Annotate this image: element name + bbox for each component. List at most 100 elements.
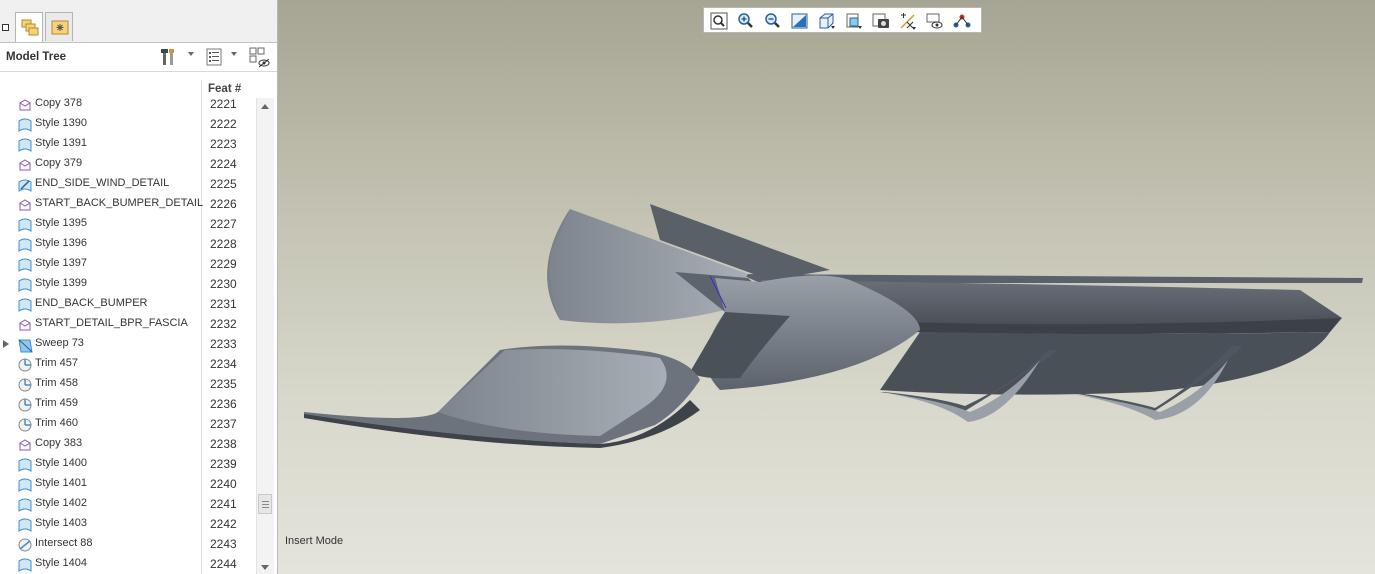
feature-name: END_SIDE_WIND_DETAIL	[35, 177, 170, 189]
display-style-button[interactable]	[816, 11, 838, 31]
feature-name: START_DETAIL_BPR_FASCIA	[35, 317, 188, 329]
spin-center-button[interactable]	[924, 11, 946, 31]
feature-number: 2230	[210, 277, 237, 291]
feature-number: 2237	[210, 417, 237, 431]
copy-icon	[17, 437, 33, 453]
trim-icon	[17, 417, 33, 433]
style-icon	[17, 257, 33, 273]
feature-number: 2224	[210, 157, 237, 171]
tree-row[interactable]: Style 1390 2222	[0, 115, 256, 135]
model-tree-list: Copy 378 2221 Style 1390 2222 Style 1391 2223…	[0, 98, 256, 574]
tree-row[interactable]: Trim 460 2237	[0, 415, 256, 435]
feature-number: 2233	[210, 337, 237, 351]
feature-name: Style 1395	[35, 217, 87, 229]
annotation-display-button[interactable]	[951, 11, 973, 31]
tree-row[interactable]: Style 1401 2240	[0, 475, 256, 495]
feature-number: 2244	[210, 557, 237, 571]
tree-row[interactable]: Style 1396 2228	[0, 235, 256, 255]
feature-number: 2229	[210, 257, 237, 271]
tree-row[interactable]: Style 1402 2241	[0, 495, 256, 515]
repaint-button[interactable]	[789, 11, 811, 31]
trim-icon	[17, 357, 33, 373]
tree-row[interactable]: Style 1395 2227	[0, 215, 256, 235]
datum-display-button[interactable]	[897, 11, 919, 31]
tree-row[interactable]: START_BACK_BUMPER_DETAIL 2226	[0, 195, 256, 215]
chevron-down-icon[interactable]	[188, 52, 194, 56]
feature-name: Trim 460	[35, 417, 78, 429]
scroll-down-arrow-icon[interactable]	[261, 565, 269, 570]
tree-row[interactable]: Style 1403 2242	[0, 515, 256, 535]
feature-number: 2227	[210, 217, 237, 231]
tree-row[interactable]: Style 1391 2223	[0, 135, 256, 155]
model-tree-panel: Model Tree Feat # Copy 378 2221 Style 13…	[0, 0, 278, 574]
tree-row[interactable]: END_BACK_BUMPER 2231	[0, 295, 256, 315]
feature-number: 2240	[210, 477, 237, 491]
tree-settings-button[interactable]	[160, 47, 180, 67]
tree-row[interactable]: Copy 379 2224	[0, 155, 256, 175]
feature-number: 2225	[210, 177, 237, 191]
view-manager-button[interactable]	[870, 11, 892, 31]
tab-model-tree[interactable]	[15, 12, 43, 42]
feature-name: Sweep 73	[35, 337, 84, 349]
navigator-tab-bar	[0, 0, 277, 43]
model-tree-title: Model Tree	[6, 51, 67, 63]
graphics-viewport[interactable]: Insert Mode	[278, 0, 1375, 574]
refit-button[interactable]	[708, 11, 730, 31]
tree-row[interactable]: Trim 458 2235	[0, 375, 256, 395]
view-toolbar	[703, 7, 982, 33]
tree-row[interactable]: END_SIDE_WIND_DETAIL 2225	[0, 175, 256, 195]
car-rear-bumper-model[interactable]	[278, 0, 1375, 574]
style-icon	[17, 497, 33, 513]
feature-name: END_BACK_BUMPER	[35, 297, 148, 309]
feature-number: 2236	[210, 397, 237, 411]
feature-number: 2243	[210, 537, 237, 551]
tree-row[interactable]: Style 1399 2230	[0, 275, 256, 295]
tree-row[interactable]: START_DETAIL_BPR_FASCIA 2232	[0, 315, 256, 335]
sweep-icon	[17, 337, 33, 353]
filter-tree-button[interactable]	[249, 47, 271, 68]
tree-vertical-scrollbar[interactable]	[256, 98, 274, 574]
tree-row[interactable]: Copy 378 2221	[0, 98, 256, 115]
feature-name: Trim 459	[35, 397, 78, 409]
insert-mode-status: Insert Mode	[285, 535, 344, 547]
tree-row[interactable]: Style 1400 2239	[0, 455, 256, 475]
scroll-up-arrow-icon[interactable]	[261, 104, 269, 109]
copy-icon	[17, 317, 33, 333]
scrollbar-thumb[interactable]	[258, 494, 272, 514]
feature-number: 2235	[210, 377, 237, 391]
tree-row[interactable]: Copy 383 2238	[0, 435, 256, 455]
trim-icon	[17, 377, 33, 393]
copy-icon	[17, 157, 33, 173]
feature-name: Copy 383	[35, 437, 83, 449]
feature-number: 2234	[210, 357, 237, 371]
feature-number: 2231	[210, 297, 237, 311]
tree-row[interactable]: Intersect 88 2243	[0, 535, 256, 555]
zoom-out-button[interactable]	[762, 11, 784, 31]
intersect-icon	[17, 537, 33, 553]
feature-name: Style 1396	[35, 237, 87, 249]
tree-row[interactable]: Trim 457 2234	[0, 355, 256, 375]
collapse-square-icon[interactable]	[2, 24, 9, 31]
feat-number-column-header[interactable]: Feat #	[208, 83, 241, 95]
tab-folder-browser[interactable]	[45, 12, 73, 41]
feature-number: 2222	[210, 117, 237, 131]
tree-row[interactable]: Style 1397 2229	[0, 255, 256, 275]
saved-orientations-button[interactable]	[843, 11, 865, 31]
tree-row[interactable]: Style 1404 2244	[0, 555, 256, 574]
feature-number: 2239	[210, 457, 237, 471]
style-icon	[17, 117, 33, 133]
insert-here-icon	[17, 177, 33, 193]
chevron-down-icon[interactable]	[231, 52, 237, 56]
feature-name: Style 1390	[35, 117, 87, 129]
feature-name: Style 1400	[35, 457, 87, 469]
feature-name: Style 1391	[35, 137, 87, 149]
tree-row[interactable]: Sweep 73 2233	[0, 335, 256, 355]
tree-row[interactable]: Trim 459 2236	[0, 395, 256, 415]
feature-number: 2241	[210, 497, 237, 511]
style-icon	[17, 297, 33, 313]
zoom-in-button[interactable]	[735, 11, 757, 31]
expand-arrow-icon[interactable]	[3, 340, 9, 348]
tree-filter-eye-icon	[249, 47, 270, 68]
style-icon	[17, 457, 33, 473]
show-options-button[interactable]	[205, 47, 225, 67]
